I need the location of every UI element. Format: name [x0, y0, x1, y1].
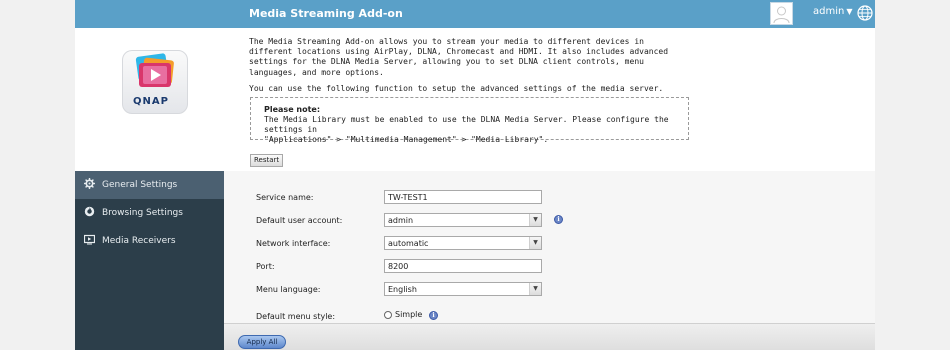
default-user-account-value: admin [388, 216, 414, 225]
menu-style-simple-label[interactable]: Simple [395, 310, 422, 319]
sidebar-item-general-settings[interactable]: General Settings [75, 171, 224, 199]
browse-icon [84, 206, 95, 217]
info-icon[interactable]: i [429, 311, 438, 320]
note-line-2: "Applications" > "Multimedia Management"… [264, 135, 549, 144]
sidebar-item-label: Media Receivers [102, 236, 176, 246]
restart-button[interactable]: Restart [250, 154, 284, 167]
chevron-down-icon: ▼ [529, 237, 541, 249]
chevron-down-icon: ▼ [846, 7, 853, 16]
menu-language-label: Menu language: [256, 285, 321, 294]
right-margin [875, 0, 950, 350]
row-network-interface: Network interface: automatic ▼ [224, 236, 875, 254]
monitor-icon [83, 234, 96, 245]
row-service-name: Service name: TW-TEST1 [224, 190, 875, 208]
row-menu-language: Menu language: English ▼ [224, 282, 875, 300]
left-margin [0, 0, 75, 350]
port-input[interactable]: 8200 [384, 259, 542, 273]
service-name-label: Service name: [256, 193, 314, 202]
row-port: Port: 8200 [224, 259, 875, 277]
network-interface-value: automatic [388, 239, 429, 248]
logo-tile: QNAP [122, 50, 188, 114]
media-streaming-icon [135, 53, 174, 87]
menu-language-value: English [388, 285, 417, 294]
info-icon[interactable]: i [554, 215, 563, 224]
default-menu-style-label: Default menu style: [256, 312, 336, 321]
user-avatar-icon[interactable] [770, 2, 793, 25]
sidebar-item-label: General Settings [102, 180, 178, 190]
note-line-1: The Media Library must be enabled to use… [264, 115, 669, 134]
sidebar-item-browsing-settings[interactable]: Browsing Settings [75, 199, 224, 227]
sidebar-item-media-receivers[interactable]: Media Receivers [75, 227, 224, 255]
settings-form: Service name: TW-TEST1 Default user acco… [224, 171, 875, 323]
sidebar-item-label: Browsing Settings [102, 208, 183, 218]
menu-language-select[interactable]: English ▼ [384, 282, 542, 296]
service-name-input[interactable]: TW-TEST1 [384, 190, 542, 204]
description-block: The Media Streaming Add-on allows you to… [249, 37, 679, 94]
user-menu[interactable]: admin ▼ [813, 6, 853, 17]
app-logo: QNAP [122, 50, 188, 114]
chevron-down-icon: ▼ [529, 214, 541, 226]
globe-icon[interactable] [856, 4, 874, 22]
default-user-account-select[interactable]: admin ▼ [384, 213, 542, 227]
network-interface-label: Network interface: [256, 239, 331, 248]
gear-icon [84, 178, 95, 189]
description-paragraph: The Media Streaming Add-on allows you to… [249, 37, 669, 77]
page-title: Media Streaming Add-on [249, 7, 403, 20]
menu-style-simple-radio[interactable] [384, 311, 392, 319]
row-default-user-account: Default user account: admin ▼ i [224, 213, 875, 231]
note-box: Please note: The Media Library must be e… [250, 97, 689, 144]
description-paragraph-2: You can use the following function to se… [249, 83, 664, 93]
port-label: Port: [256, 262, 275, 271]
logo-text: QNAP [133, 96, 169, 107]
action-bar [224, 323, 875, 350]
app-window: Media Streaming Add-on admin ▼ QNAP The … [75, 0, 875, 350]
note-title: Please note: [264, 105, 321, 114]
default-user-account-label: Default user account: [256, 216, 343, 225]
network-interface-select[interactable]: automatic ▼ [384, 236, 542, 250]
sidebar-footer [75, 323, 224, 350]
apply-all-button[interactable]: Apply All [238, 335, 286, 349]
header-bar: Media Streaming Add-on admin ▼ [75, 0, 875, 28]
chevron-down-icon: ▼ [529, 283, 541, 295]
user-name: admin [813, 6, 845, 17]
